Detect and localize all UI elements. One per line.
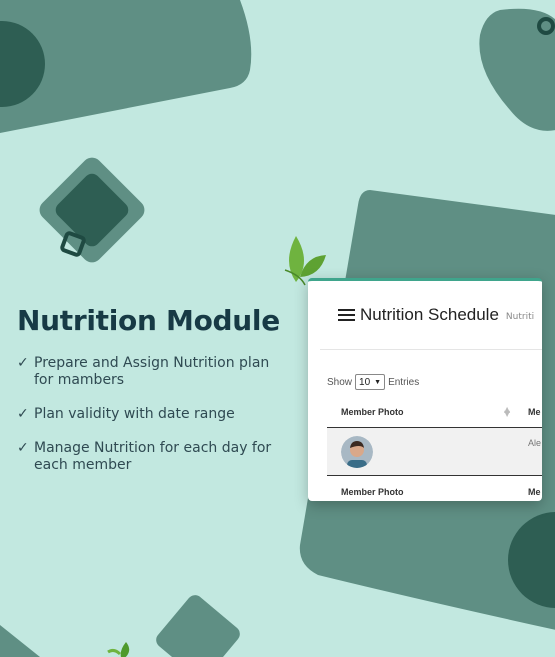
feature-item-text: Manage Nutrition for each day for each m… — [34, 440, 272, 473]
footer-header-photo: Member Photo — [341, 487, 404, 497]
bg-shape-top-right — [479, 8, 555, 131]
entries-select[interactable]: 10 ▼ — [355, 374, 386, 390]
check-icon: ✓ — [17, 406, 29, 422]
app-header: Nutrition Schedule Nutriti — [338, 305, 534, 325]
leaf-icon-bottom — [107, 642, 130, 657]
chevron-down-icon: ▼ — [374, 378, 382, 386]
feature-item: ✓ Manage Nutrition for each day for each… — [17, 440, 297, 474]
table-footer-line — [327, 475, 542, 476]
bg-square-bottom — [156, 595, 240, 657]
check-icon: ✓ — [17, 440, 29, 456]
page-title: Nutrition Schedule — [360, 305, 499, 324]
feature-item-text: Plan validity with date range — [34, 406, 235, 422]
breadcrumb[interactable]: Nutriti — [506, 312, 534, 322]
avatar — [341, 436, 373, 468]
feature-list: ✓ Prepare and Assign Nutrition plan for … — [17, 355, 297, 491]
hamburger-icon[interactable] — [338, 308, 355, 322]
feature-title: Nutrition Module — [17, 304, 280, 337]
feature-item: ✓ Prepare and Assign Nutrition plan for … — [17, 355, 297, 389]
footer-header-name: Me — [528, 487, 541, 497]
show-label: Show — [327, 376, 353, 388]
feature-item: ✓ Plan validity with date range — [17, 406, 297, 423]
cell-member-name: Ale — [528, 438, 542, 448]
feature-item-text: Prepare and Assign Nutrition plan for ma… — [34, 355, 270, 388]
entries-control: Show 10 ▼ Entries — [327, 374, 419, 390]
sort-icon[interactable]: ▲ ▼ — [504, 406, 510, 418]
column-header-photo[interactable]: Member Photo — [341, 407, 404, 417]
column-header-name[interactable]: Me — [528, 407, 541, 417]
header-divider — [320, 349, 542, 350]
entries-label: Entries — [388, 376, 420, 388]
bg-shape-bottom-left — [0, 625, 40, 657]
check-icon: ✓ — [17, 355, 29, 371]
app-preview-card: Nutrition Schedule Nutriti Show 10 ▼ Ent… — [308, 278, 542, 501]
